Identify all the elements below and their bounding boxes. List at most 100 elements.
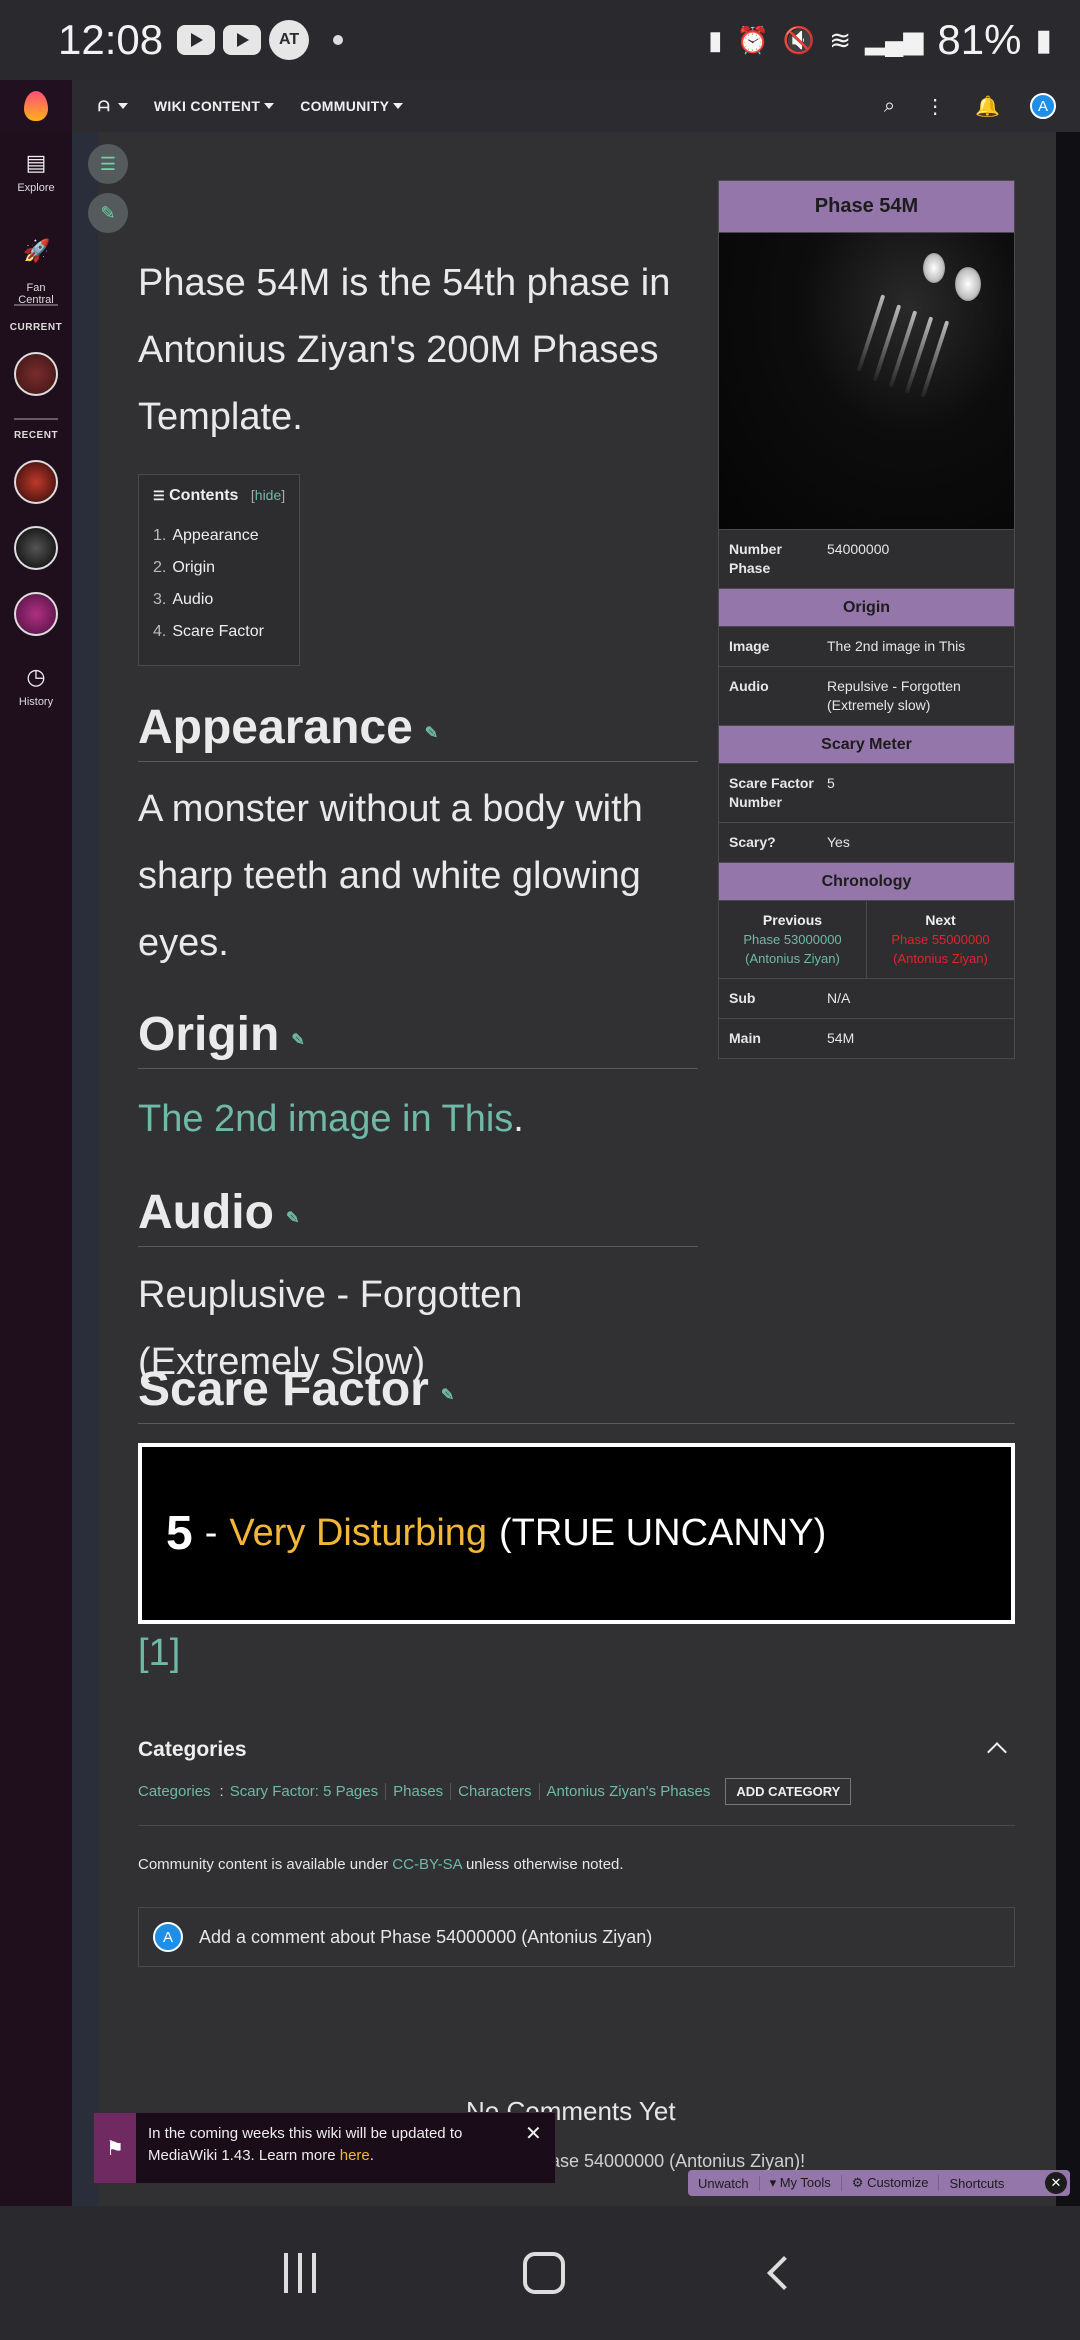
category-link[interactable]: Scary Factor: 5 Pages — [230, 1783, 385, 1800]
explore-button[interactable]: ▤ Explore — [0, 150, 72, 194]
signal-icon: ▂▄▆ — [865, 24, 924, 55]
chevron-down-icon — [393, 103, 404, 109]
toc-title: Contents — [169, 487, 239, 504]
recent-wiki-thumbnail[interactable] — [14, 460, 58, 504]
section-heading-audio: Audio ✎ — [138, 1185, 698, 1247]
flame-icon — [24, 91, 48, 121]
wiki-toolbar: Unwatch ▾ My Tools ⚙ Customize Shortcuts… — [688, 2170, 1070, 2196]
category-link[interactable]: Characters — [450, 1783, 538, 1800]
recent-apps-button[interactable] — [283, 2253, 316, 2293]
reference-link[interactable]: [1] — [138, 1632, 180, 1675]
list-icon: ☰ — [99, 153, 117, 174]
next-phase-link[interactable]: Phase 55000000 (Antonius Ziyan) — [891, 932, 989, 966]
youtube-icon — [223, 25, 262, 55]
edit-button[interactable]: ✎ — [88, 193, 128, 233]
youtube-icon — [177, 25, 216, 55]
battery-icon: ▮ — [1035, 23, 1052, 57]
wiki-home-menu[interactable]: ᗩ — [98, 98, 128, 115]
recent-heading: RECENT — [13, 430, 59, 441]
rocket-icon: 🚀 — [23, 238, 51, 263]
edit-section-pencil-icon[interactable]: ✎ — [286, 1208, 299, 1228]
alarm-icon: ⏰ — [736, 24, 769, 55]
status-bar: 12:08 AT ▮ ⏰ 🔇 ≋ ▂▄▆ 81% ▮ — [0, 0, 1080, 80]
category-link[interactable]: Antonius Ziyan's Phases — [538, 1783, 718, 1800]
customize-button[interactable]: ⚙ Customize — [842, 2175, 940, 2191]
recent-wiki-thumbnail[interactable] — [14, 526, 58, 570]
page-background-left — [72, 132, 98, 2206]
pencil-icon: ✎ — [100, 202, 116, 223]
scare-level: Very Disturbing — [229, 1512, 488, 1554]
mute-icon: 🔇 — [782, 24, 816, 55]
category-link[interactable]: Phases — [385, 1783, 450, 1800]
toc-item[interactable]: 1. Appearance — [153, 527, 299, 545]
fan-central-button[interactable]: 🚀 Fan Central — [0, 226, 72, 306]
previous-phase-link[interactable]: Phase 53000000 (Antonius Ziyan) — [743, 932, 841, 966]
scare-tag: (TRUE UNCANNY) — [499, 1512, 827, 1554]
divider — [138, 1825, 1015, 1826]
my-tools-button[interactable]: ▾ My Tools — [760, 2175, 842, 2191]
back-button[interactable] — [767, 2256, 802, 2290]
close-icon[interactable]: ✕ — [525, 2113, 555, 2183]
learn-more-link[interactable]: here — [340, 2147, 370, 2164]
chevron-down-icon — [117, 103, 128, 109]
shortcuts-button[interactable]: Shortcuts — [939, 2176, 1014, 2191]
clock: 12:08 — [58, 16, 164, 63]
scare-factor-box: 5 - Very Disturbing (TRUE UNCANNY) — [138, 1443, 1015, 1624]
toc-toggle-button[interactable]: ☰ — [88, 144, 128, 184]
explore-icon: ▤ — [25, 150, 47, 175]
more-notifications-dot — [333, 35, 344, 45]
infobox-image-link[interactable]: The 2nd image in This — [827, 637, 1004, 656]
section-heading-appearance: Appearance ✎ — [138, 700, 698, 762]
current-wiki-thumbnail[interactable] — [14, 352, 58, 396]
battery-percent: 81% — [937, 16, 1022, 63]
add-category-button[interactable]: ADD CATEGORY — [725, 1778, 852, 1805]
gear-icon: ⚙ — [851, 2175, 868, 2190]
infobox-section-origin: Origin — [719, 588, 1014, 626]
wiki-top-nav: ᗩ WIKI CONTENT COMMUNITY ⌕ ⋮ 🔔 A — [0, 80, 1080, 132]
edit-section-pencil-icon[interactable]: ✎ — [425, 723, 438, 743]
table-of-contents: ☰ Contents [hide] 1. Appearance 2. Origin … — [138, 474, 300, 666]
list-icon: ☰ — [153, 488, 165, 503]
comment-placeholder: Add a comment about Phase 54000000 (Anto… — [199, 1926, 653, 1947]
add-comment-box[interactable]: A Add a comment about Phase 54000000 (An… — [138, 1907, 1015, 1967]
license-notice: Community content is available under CC-… — [138, 1856, 624, 1873]
glowing-eye — [955, 267, 981, 301]
recent-wiki-thumbnail[interactable] — [14, 592, 58, 636]
notifications-bell-icon[interactable]: 🔔 — [975, 94, 1000, 119]
infobox-section-chronology: Chronology — [719, 862, 1014, 900]
chevron-down-icon — [264, 103, 275, 109]
wiki-icon: ᗩ — [98, 97, 110, 114]
current-heading: CURRENT — [9, 322, 63, 333]
close-toolbar-icon[interactable]: ✕ — [1045, 2172, 1067, 2194]
community-menu[interactable]: COMMUNITY — [300, 98, 404, 114]
category-list: Categories : Scary Factor: 5 Pages Phase… — [138, 1778, 852, 1805]
license-link[interactable]: CC-BY-SA — [392, 1856, 461, 1873]
section-heading-scare-factor: Scare Factor ✎ — [138, 1362, 1015, 1424]
caret-down-icon: ▾ — [769, 2175, 780, 2190]
rail-divider — [14, 304, 58, 306]
infobox: Phase 54M Number Phase 54000000 Origin I… — [718, 180, 1015, 1059]
update-notification-toast: ⚑ In the coming weeks this wiki will be … — [93, 2112, 556, 2184]
more-options-icon[interactable]: ⋮ — [925, 94, 945, 119]
appearance-text: A monster without a body with sharp teet… — [138, 788, 643, 964]
history-button[interactable]: ◷ History — [0, 664, 72, 708]
categories-link[interactable]: Categories — [138, 1783, 218, 1800]
flag-icon: ⚑ — [94, 2113, 136, 2183]
edit-section-pencil-icon[interactable]: ✎ — [441, 1385, 454, 1405]
unwatch-button[interactable]: Unwatch — [688, 2175, 760, 2191]
toc-item[interactable]: 3. Audio — [153, 591, 299, 609]
user-avatar[interactable]: A — [1030, 93, 1056, 119]
edit-section-pencil-icon[interactable]: ✎ — [291, 1030, 304, 1050]
toc-item[interactable]: 2. Origin — [153, 559, 299, 577]
origin-link[interactable]: The 2nd image in This — [138, 1098, 513, 1140]
fandom-logo[interactable] — [0, 80, 72, 132]
home-button[interactable] — [522, 2252, 565, 2294]
clock-icon: ◷ — [26, 664, 46, 689]
toc-item[interactable]: 4. Scare Factor — [153, 623, 299, 641]
toc-hide-link[interactable]: hide — [255, 487, 281, 503]
search-icon[interactable]: ⌕ — [884, 95, 895, 118]
no-comments-subtitle: hase 54000000 (Antonius Ziyan)! — [540, 2151, 806, 2171]
phase-image[interactable] — [719, 233, 1014, 529]
wiki-content-menu[interactable]: WIKI CONTENT — [154, 98, 275, 114]
glowing-eye — [923, 253, 945, 283]
